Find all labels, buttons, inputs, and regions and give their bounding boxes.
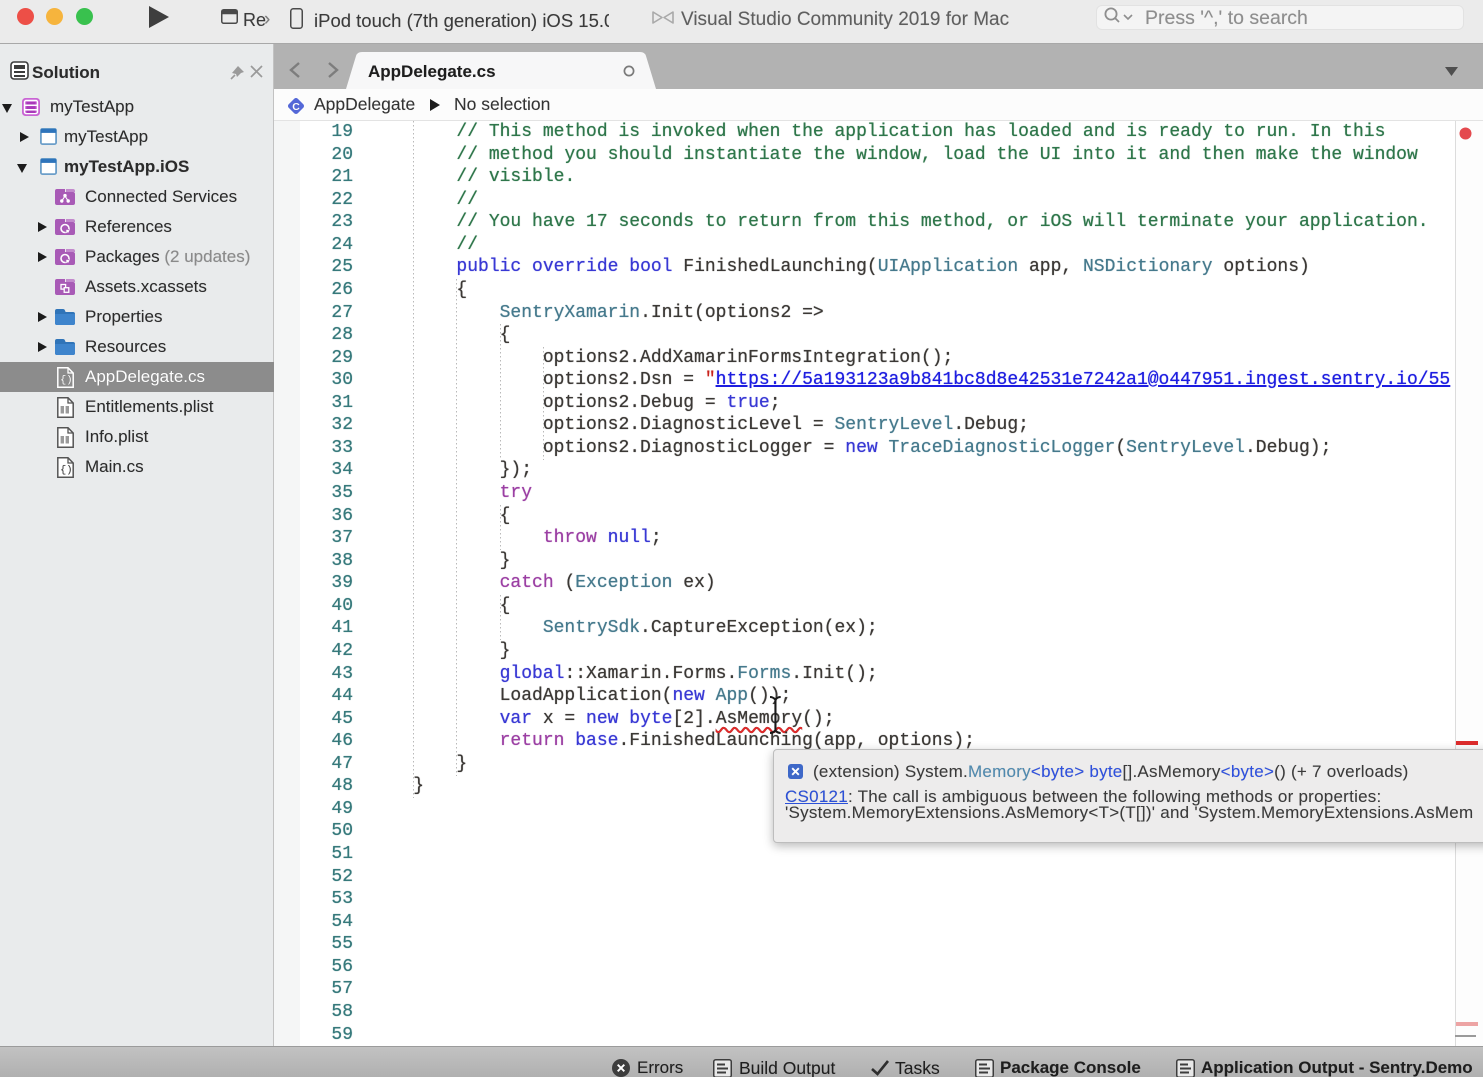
svg-text:{): {) (60, 465, 73, 477)
svg-text:AppDelegate.cs: AppDelegate.cs (368, 62, 496, 81)
svg-text:C: C (292, 101, 300, 113)
svg-text:{): {) (60, 375, 73, 387)
